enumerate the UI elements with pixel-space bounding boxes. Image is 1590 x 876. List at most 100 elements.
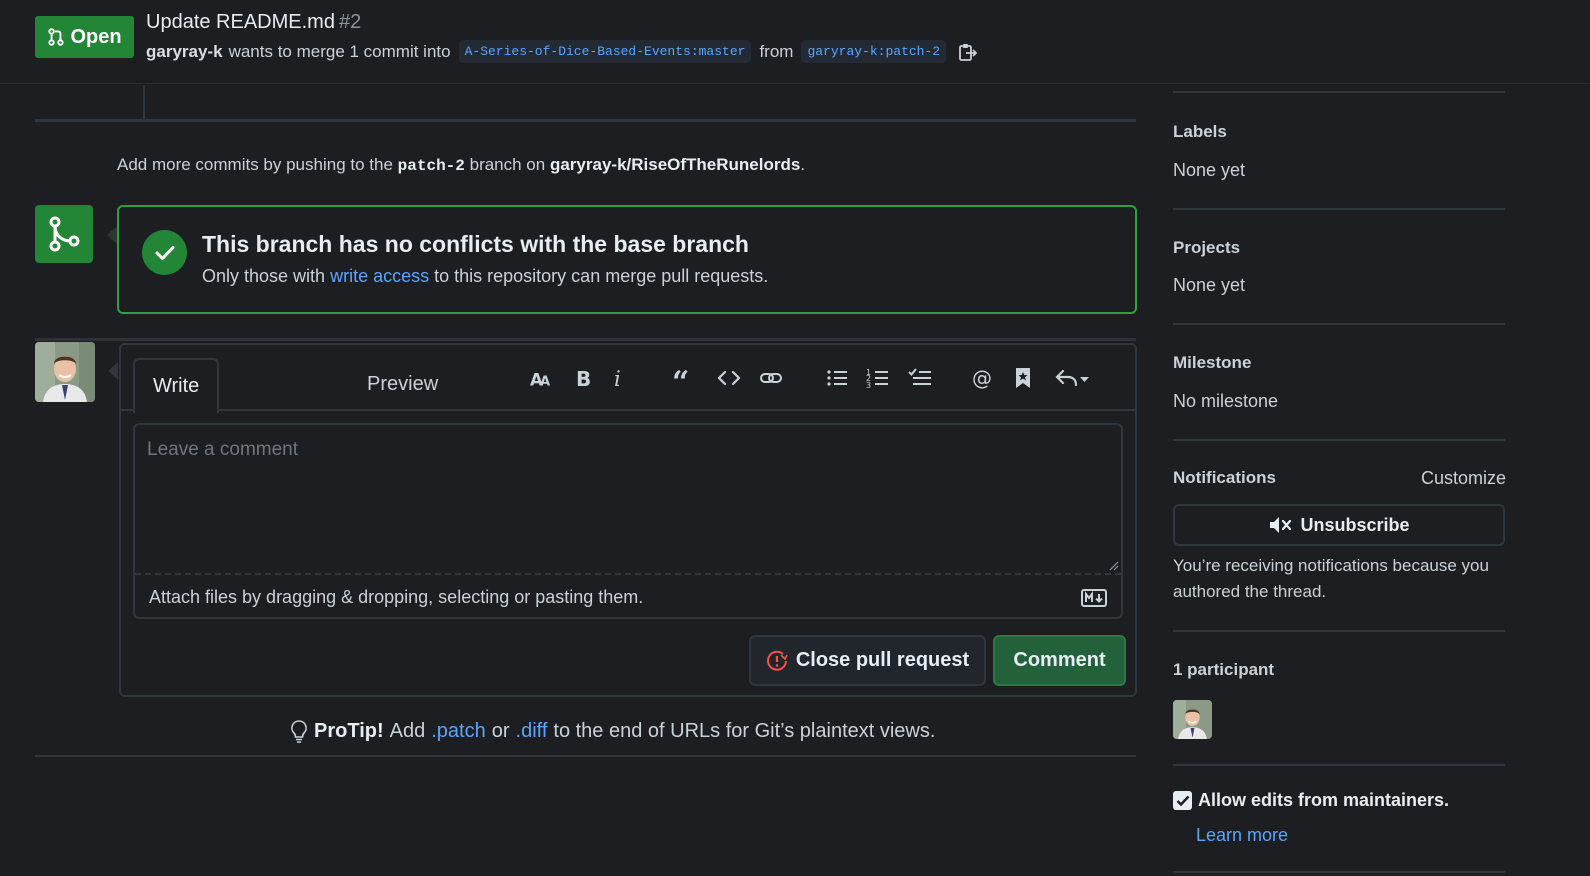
bottom-divider: [35, 755, 1136, 757]
merge-box-pointer: [107, 226, 117, 244]
base-branch[interactable]: A-Series-of-Dice-Based-Events:master: [458, 40, 752, 63]
pr-from-text: from: [759, 41, 794, 61]
close-pull-request-button[interactable]: Close pull request: [749, 635, 986, 686]
allow-edits-checkbox[interactable]: [1173, 791, 1192, 810]
head-branch[interactable]: garyray-k:patch-2: [801, 40, 947, 63]
sidebar-divider: [1173, 630, 1505, 632]
sidebar-divider: [1173, 91, 1505, 93]
sidebar-divider: [1173, 764, 1505, 766]
merge-sub-prefix: Only those with: [202, 266, 326, 286]
comment-button[interactable]: Comment: [993, 635, 1126, 686]
comment-editor: Attach files by dragging & dropping, sel…: [133, 423, 1123, 619]
mention-icon[interactable]: @: [966, 361, 1000, 395]
svg-text:“: “: [672, 366, 689, 390]
push-hint-suffix: .: [800, 155, 806, 174]
patch-link[interactable]: .patch: [431, 720, 485, 743]
comment-box-pointer: [108, 362, 118, 380]
resize-grip-icon[interactable]: [1107, 559, 1119, 571]
italic-icon[interactable]: i: [602, 361, 636, 395]
push-hint: Add more commits by pushing to the patch…: [117, 155, 805, 175]
protip-label: ProTip!: [314, 719, 384, 742]
sidebar-divider: [1173, 208, 1505, 210]
timeline-line: [143, 85, 145, 119]
merge-status-subtitle: Only those with write access to this rep…: [202, 266, 768, 287]
pr-title: Update README.md #2: [146, 11, 361, 34]
text-size-icon[interactable]: AA: [525, 361, 559, 395]
merge-sub-suffix: to this repository can merge pull reques…: [434, 266, 769, 286]
section-divider: [35, 338, 1136, 341]
pr-number: #2: [338, 11, 362, 33]
code-icon[interactable]: [712, 361, 746, 395]
push-hint-middle: branch on: [469, 155, 546, 174]
pr-title-text: Update README.md: [146, 11, 335, 33]
unsubscribe-label: Unsubscribe: [1300, 514, 1410, 535]
protip-middle: or: [491, 719, 510, 742]
pr-header: Open Update README.md #2 garyray-k wants …: [0, 0, 1590, 84]
notifications-heading: Notifications: [1173, 468, 1276, 487]
sidebar-divider: [1173, 323, 1505, 325]
avatar-image: [35, 342, 95, 402]
protip: ProTip! Add .patch or .diff to the end o…: [290, 719, 935, 743]
close-pull-request-label: Close pull request: [795, 649, 970, 671]
checkmark-icon: [1176, 795, 1189, 806]
comment-textarea[interactable]: [135, 425, 1121, 573]
merge-status-box: This branch has no conflicts with the ba…: [117, 205, 1137, 314]
attach-files-bar[interactable]: Attach files by dragging & dropping, sel…: [135, 573, 1121, 619]
saved-reply-icon[interactable]: [1006, 361, 1040, 395]
push-hint-prefix: Add more commits by pushing to the: [117, 155, 393, 174]
svg-text:B: B: [576, 367, 591, 390]
pr-merge-text: wants to merge 1 commit into: [228, 41, 451, 61]
task-list-icon[interactable]: [903, 361, 937, 395]
svg-text:A: A: [540, 374, 550, 389]
sidebar-divider: [1173, 871, 1505, 873]
issue-closed-icon: [766, 650, 788, 671]
customize-link[interactable]: Customize: [1421, 468, 1506, 489]
milestone-heading[interactable]: Milestone: [1173, 353, 1251, 373]
push-hint-repo-link[interactable]: garyray-k/RiseOfTheRunelords: [550, 155, 800, 174]
pr-meta: garyray-k wants to merge 1 commit into A…: [146, 40, 978, 63]
milestone-value: No milestone: [1173, 391, 1279, 411]
participant-avatar-image: [1173, 700, 1212, 739]
diff-link[interactable]: .diff: [516, 720, 548, 743]
reply-icon[interactable]: [1049, 361, 1095, 395]
participant-avatar[interactable]: [1173, 700, 1212, 739]
unsubscribe-button[interactable]: Unsubscribe: [1173, 504, 1505, 546]
learn-more-link[interactable]: Learn more: [1196, 825, 1288, 846]
svg-text:i: i: [614, 367, 621, 390]
link-icon[interactable]: [754, 361, 788, 395]
tab-bar-line: [121, 409, 1135, 411]
check-circle-icon: [142, 230, 187, 275]
attach-files-text: Attach files by dragging & dropping, sel…: [149, 586, 644, 607]
projects-heading[interactable]: Projects: [1173, 238, 1240, 258]
pull-request-icon: [48, 28, 65, 46]
bold-icon[interactable]: B: [566, 361, 600, 395]
allow-edits-row: Allow edits from maintainers.: [1173, 790, 1449, 811]
markdown-icon[interactable]: [1081, 589, 1107, 607]
sidebar-divider: [1173, 439, 1505, 441]
mute-icon: [1270, 517, 1292, 533]
tab-preview[interactable]: Preview: [349, 358, 456, 411]
timeline-end-rule: [35, 119, 1136, 122]
numbered-list-icon[interactable]: 123: [861, 361, 895, 395]
merge-status-icon-box: [35, 205, 93, 263]
pr-state-badge: Open: [35, 16, 134, 58]
user-avatar[interactable]: [35, 342, 95, 402]
push-hint-branch: patch-2: [397, 157, 465, 175]
protip-prefix: Add: [389, 719, 426, 742]
copy-icon[interactable]: [956, 41, 978, 63]
svg-text:3: 3: [866, 381, 871, 390]
notification-reason: You’re receiving notifications because y…: [1173, 556, 1489, 601]
pr-state-label: Open: [70, 25, 122, 48]
participants-heading: 1 participant: [1173, 660, 1275, 679]
write-access-link[interactable]: write access: [330, 266, 429, 286]
light-bulb-icon: [291, 720, 307, 743]
pr-author-link[interactable]: garyray-k: [146, 42, 223, 62]
allow-edits-label[interactable]: Allow edits from maintainers.: [1198, 790, 1449, 811]
quote-icon[interactable]: “: [666, 361, 700, 395]
git-merge-icon: [49, 216, 80, 252]
bulleted-list-icon[interactable]: [820, 361, 854, 395]
tab-write[interactable]: Write: [133, 358, 220, 413]
labels-heading[interactable]: Labels: [1173, 122, 1227, 142]
protip-suffix: to the end of URLs for Git’s plaintext v…: [553, 719, 936, 742]
labels-value: None yet: [1173, 160, 1246, 180]
